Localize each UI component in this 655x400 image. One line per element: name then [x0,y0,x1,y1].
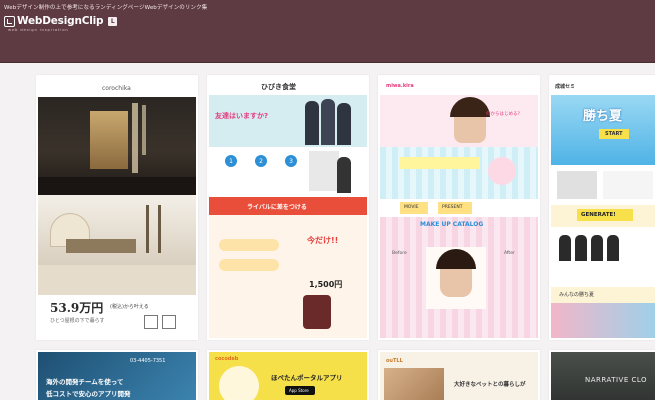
hero-headline: ほぺたんポータルアプリ [271,374,343,382]
card-screenshot: cocodeb ほぺたんポータルアプリ App Store [209,352,367,400]
gallery-card-pet[interactable]: ouTLL 大好きなペットとの暮らしが [378,350,540,400]
hero-image: 勝ち夏 START [551,95,655,165]
hero-subheadline: 低コストで安心のアプリ開発 [46,390,131,398]
hero-headline: 海外の開発チームを使って [46,378,124,386]
gallery-card-makeup[interactable]: miwa.kira 何からはじめる? MOVIE PRESENT MAKE UP… [378,75,540,340]
step-badge: 2 [255,155,267,167]
step-badge: 1 [225,155,237,167]
hero-headline: 何からはじめる? [486,112,520,117]
phone-number: 03-4405-7351 [130,358,166,364]
price-subtext: (税込)から叶える [110,304,149,310]
price-text: 1,500円 [309,280,343,289]
site-header: Webデザイン制作の上で参考になるランディングページWebデザインのリンク集 W… [0,0,655,63]
hero-image: 何からはじめる? [380,95,538,147]
catalog-section: MAKE UP CATALOG Before After [380,217,538,338]
app-store-label: App Store [289,388,309,393]
logo-badge: L [108,16,118,26]
cta-badge: 今だけ!! [307,236,339,245]
card-screenshot: corochika 53.9万円 (税込)から叶える ひとつ屋根の下で暮らす [38,77,196,338]
step-badge: 3 [285,155,297,167]
hero-headline: 友達はいますか? [215,112,269,120]
logo-icon [4,15,15,27]
tab-movie[interactable]: MOVIE [400,202,428,214]
card-brand: 成城セミ [555,84,576,90]
tab-present-label: PRESENT [442,205,463,210]
card-screenshot: ひびき食堂 友達はいますか? 1 2 3 ライバルに差をつける 今だけ!! 1,… [209,77,367,338]
before-label: Before [392,251,407,256]
gallery-card-kachinatsu[interactable]: 成城セミ 勝ち夏 START GENERATE! みんなの勝ち夏 [549,75,655,340]
start-label: START [605,131,623,137]
card-brand: miwa.kira [386,83,414,89]
card-brand: ひびき食堂 [261,83,296,91]
card-brand: cocodeb [215,356,239,362]
gallery-card-narrative[interactable]: NARRATIVE CLO [549,350,655,400]
site-tagline: Webデザイン制作の上で参考になるランディングページWebデザインのリンク集 [4,5,208,11]
tab-present[interactable]: PRESENT [438,202,472,214]
start-button[interactable]: START [599,129,629,139]
hero-headline: 大好きなペットとの暮らしが [454,382,526,388]
card-screenshot: ouTLL 大好きなペットとの暮らしが [380,352,538,400]
after-label: After [504,251,515,256]
site-logo[interactable]: WebDesignClip L [4,15,118,27]
catalog-title: MAKE UP CATALOG [420,221,484,228]
generate-button[interactable]: GENERATE! [577,209,633,221]
logo-subtitle: web design inspiration [8,27,69,32]
gallery-card-appdev[interactable]: 03-4405-7351 海外の開発チームを使って 低コストで安心のアプリ開発 [36,350,198,400]
hero-headline: 勝ち夏 [583,109,623,124]
app-store-badge[interactable]: App Store [285,386,315,395]
tab-movie-label: MOVIE [404,205,419,210]
gallery-card-hopetan[interactable]: cocodeb ほぺたんポータルアプリ App Store [207,350,369,400]
generate-label: GENERATE! [581,212,616,218]
promo-banner: ライバルに差をつける [209,197,367,215]
hero-image [38,97,196,195]
gallery-card-hibiki[interactable]: ひびき食堂 友達はいますか? 1 2 3 ライバルに差をつける 今だけ!! 1,… [207,75,369,340]
interior-image [38,195,196,265]
hero-image: 友達はいますか? [209,95,367,147]
card-screenshot: NARRATIVE CLO [551,352,655,400]
card-brand: corochika [102,85,131,92]
offer-section: 今だけ!! 1,500円 [209,215,367,338]
card-screenshot: 成城セミ 勝ち夏 START GENERATE! みんなの勝ち夏 [551,77,655,338]
gallery-card-corochika[interactable]: corochika 53.9万円 (税込)から叶える ひとつ屋根の下で暮らす [36,75,198,340]
card-screenshot: miwa.kira 何からはじめる? MOVIE PRESENT MAKE UP… [380,77,538,338]
steps-section: 1 2 3 [209,147,367,197]
logo-text: WebDesignClip [17,15,104,27]
card-caption: ひとつ屋根の下で暮らす [50,318,105,324]
banner-text: ライバルに差をつける [247,204,307,211]
price-headline: 53.9万円 [50,301,104,315]
section-title: みんなの勝ち夏 [559,292,595,298]
card-brand: ouTLL [386,358,403,364]
hero-headline: NARRATIVE CLO [585,376,648,384]
card-screenshot: 03-4405-7351 海外の開発チームを使って 低コストで安心のアプリ開発 [38,352,196,400]
